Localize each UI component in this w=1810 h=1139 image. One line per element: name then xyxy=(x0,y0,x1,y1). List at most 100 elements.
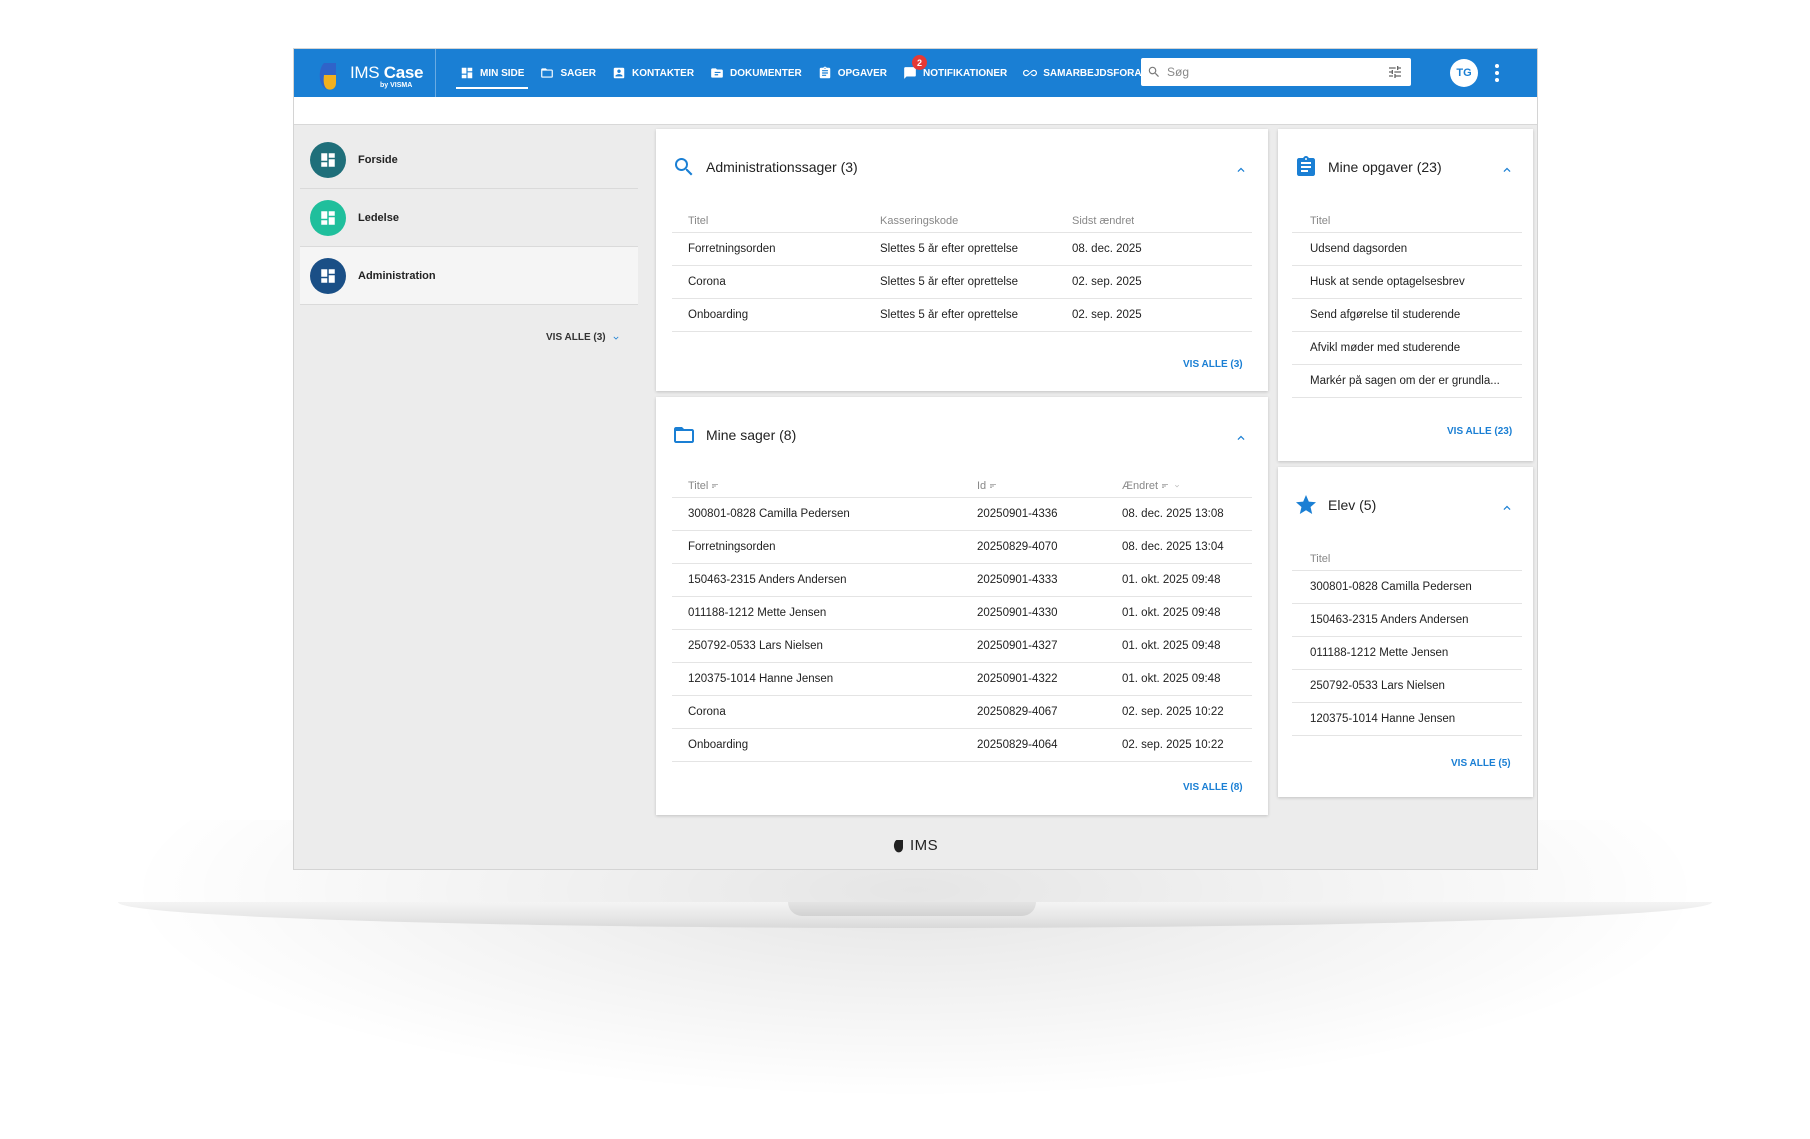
dashboard-icon xyxy=(310,257,346,294)
column-header[interactable]: Titel xyxy=(1310,553,1330,565)
table-row[interactable]: 300801-0828 Camilla Pedersen xyxy=(1292,571,1522,604)
main-nav: MIN SIDE SAGER KONTAKTER DOKUMENTER OPGA… xyxy=(452,49,1150,97)
card-title: Mine opgaver (23) xyxy=(1328,159,1442,175)
nav-min-side[interactable]: MIN SIDE xyxy=(452,49,532,97)
card-header: Administrationssager (3) xyxy=(672,155,858,179)
my-cases-show-all-link[interactable]: VIS ALLE (8) xyxy=(1183,782,1243,793)
table-row[interactable]: 150463-2315 Anders Andersen xyxy=(1292,604,1522,637)
column-header[interactable]: Kasseringskode xyxy=(880,215,958,227)
my-cases-card: Mine sager (8) Titel Id Ændret 300801-08… xyxy=(656,397,1268,815)
cell-changed: 01. okt. 2025 09:48 xyxy=(1122,607,1221,619)
nav-dokumenter[interactable]: DOKUMENTER xyxy=(702,49,810,97)
table-row[interactable]: Markér på sagen om der er grundla... xyxy=(1292,365,1522,398)
column-header-title[interactable]: Titel xyxy=(688,480,720,492)
chevron-up-icon[interactable] xyxy=(1500,501,1514,515)
table-row[interactable]: 250792-0533 Lars Nielsen 20250901-4327 0… xyxy=(672,630,1252,663)
sidebar-show-all-button[interactable]: VIS ALLE (3) xyxy=(546,332,621,343)
table-row[interactable]: 011188-1212 Mette Jensen 20250901-4330 0… xyxy=(672,597,1252,630)
my-tasks-show-all-link[interactable]: VIS ALLE (23) xyxy=(1447,426,1512,437)
sidebar-item-forside[interactable]: Forside xyxy=(300,131,638,189)
cell-id: 20250829-4070 xyxy=(977,541,1058,553)
sort-arrow-down-icon xyxy=(1175,484,1180,488)
app-byline: by VISMA xyxy=(380,82,413,89)
cell-changed: 01. okt. 2025 09:48 xyxy=(1122,574,1221,586)
nav-sager[interactable]: SAGER xyxy=(532,49,604,97)
search-icon xyxy=(1148,66,1159,77)
students-show-all-link[interactable]: VIS ALLE (5) xyxy=(1451,758,1511,769)
chevron-up-icon[interactable] xyxy=(1234,163,1248,177)
notification-badge: 2 xyxy=(912,55,927,70)
column-header-id[interactable]: Id xyxy=(977,480,998,492)
clipboard-icon xyxy=(819,66,830,79)
table-row[interactable]: Corona Slettes 5 år efter oprettelse 02.… xyxy=(672,266,1252,299)
table-row[interactable]: Onboarding Slettes 5 år efter oprettelse… xyxy=(672,299,1252,332)
nav-samarbejdsfora[interactable]: SAMARBEJDSFORA xyxy=(1015,49,1149,97)
laptop-notch xyxy=(788,902,1036,916)
dashboard-icon xyxy=(461,67,473,79)
sidebar-item-administration[interactable]: Administration xyxy=(300,247,638,305)
app-logo[interactable]: IMS Case by VISMA xyxy=(294,49,436,97)
admin-cases-show-all-link[interactable]: VIS ALLE (3) xyxy=(1183,359,1243,370)
cell-changed: 02. sep. 2025 10:22 xyxy=(1122,739,1224,751)
cell-retention-code: Slettes 5 år efter oprettelse xyxy=(880,276,1019,288)
nav-label: DOKUMENTER xyxy=(730,67,802,79)
cell-title: Onboarding xyxy=(688,309,749,321)
cell-title: Markér på sagen om der er grundla... xyxy=(1310,375,1500,387)
filter-settings-icon[interactable] xyxy=(1387,64,1403,80)
search-input[interactable] xyxy=(1167,65,1377,79)
chevron-down-icon xyxy=(613,336,619,340)
my-cases-table: Titel Id Ændret 300801-0828 Camilla Pede… xyxy=(672,474,1252,762)
my-tasks-table: Titel Udsend dagsorden Husk at sende opt… xyxy=(1292,209,1522,398)
show-all-label: VIS ALLE (3) xyxy=(546,332,606,343)
table-row[interactable]: 120375-1014 Hanne Jensen xyxy=(1292,703,1522,736)
table-row[interactable]: Udsend dagsorden xyxy=(1292,233,1522,266)
admin-cases-table: Titel Kasseringskode Sidst ændret Forret… xyxy=(672,209,1252,332)
cell-retention-code: Slettes 5 år efter oprettelse xyxy=(880,243,1019,255)
cell-changed: 02. sep. 2025 10:22 xyxy=(1122,706,1224,718)
sidebar-item-ledelse[interactable]: Ledelse xyxy=(300,189,638,247)
card-header: Elev (5) xyxy=(1294,493,1376,517)
column-header[interactable]: Titel xyxy=(688,215,708,227)
cell-title: 250792-0533 Lars Nielsen xyxy=(688,640,823,652)
table-row[interactable]: 011188-1212 Mette Jensen xyxy=(1292,637,1522,670)
chevron-up-icon[interactable] xyxy=(1234,431,1248,445)
column-header-changed[interactable]: Ændret xyxy=(1122,480,1182,492)
clipboard-icon xyxy=(1297,156,1315,176)
cell-title: Send afgørelse til studerende xyxy=(1310,309,1461,321)
table-row[interactable]: Onboarding 20250829-4064 02. sep. 2025 1… xyxy=(672,729,1252,762)
table-row[interactable]: Send afgørelse til studerende xyxy=(1292,299,1522,332)
table-row[interactable]: 150463-2315 Anders Andersen 20250901-433… xyxy=(672,564,1252,597)
card-title: Elev (5) xyxy=(1328,497,1377,513)
table-row[interactable]: Forretningsorden 20250829-4070 08. dec. … xyxy=(672,531,1252,564)
column-header[interactable]: Titel xyxy=(1310,215,1330,227)
cell-title: Forretningsorden xyxy=(688,541,776,553)
table-header-row: Titel Id Ændret xyxy=(672,474,1252,498)
cell-title: Afvikl møder med studerende xyxy=(1310,342,1461,354)
cell-id: 20250829-4064 xyxy=(977,739,1058,751)
cell-id: 20250901-4330 xyxy=(977,607,1058,619)
cell-title: 250792-0533 Lars Nielsen xyxy=(1310,680,1445,692)
table-row[interactable]: 300801-0828 Camilla Pedersen 20250901-43… xyxy=(672,498,1252,531)
cell-title: Husk at sende optagelsesbrev xyxy=(1310,276,1465,288)
cell-last-changed: 02. sep. 2025 xyxy=(1072,309,1142,321)
cell-title: 150463-2315 Anders Andersen xyxy=(688,574,847,586)
chevron-up-icon[interactable] xyxy=(1500,163,1514,177)
table-row[interactable]: 250792-0533 Lars Nielsen xyxy=(1292,670,1522,703)
table-row[interactable]: Husk at sende optagelsesbrev xyxy=(1292,266,1522,299)
table-row[interactable]: Afvikl møder med studerende xyxy=(1292,332,1522,365)
nav-kontakter[interactable]: KONTAKTER xyxy=(604,49,702,97)
nav-opgaver[interactable]: OPGAVER xyxy=(810,49,895,97)
sort-icon xyxy=(1162,484,1169,489)
user-avatar[interactable]: TG xyxy=(1450,59,1478,87)
table-row[interactable]: 120375-1014 Hanne Jensen 20250901-4322 0… xyxy=(672,663,1252,696)
table-row[interactable]: Forretningsorden Slettes 5 år efter opre… xyxy=(672,233,1252,266)
card-title: Mine sager (8) xyxy=(706,427,797,443)
column-header[interactable]: Sidst ændret xyxy=(1072,215,1134,227)
footer-logo-text: IMS xyxy=(910,837,939,854)
folder-icon xyxy=(541,68,554,78)
nav-notifikationer[interactable]: 2 NOTIFIKATIONER xyxy=(895,49,1015,97)
more-options-icon[interactable] xyxy=(1491,60,1503,86)
app-screen: IMS Case by VISMA MIN SIDE SAGER KONTAKT… xyxy=(293,48,1538,870)
table-row[interactable]: Corona 20250829-4067 02. sep. 2025 10:22 xyxy=(672,696,1252,729)
nav-label: MIN SIDE xyxy=(480,67,525,79)
